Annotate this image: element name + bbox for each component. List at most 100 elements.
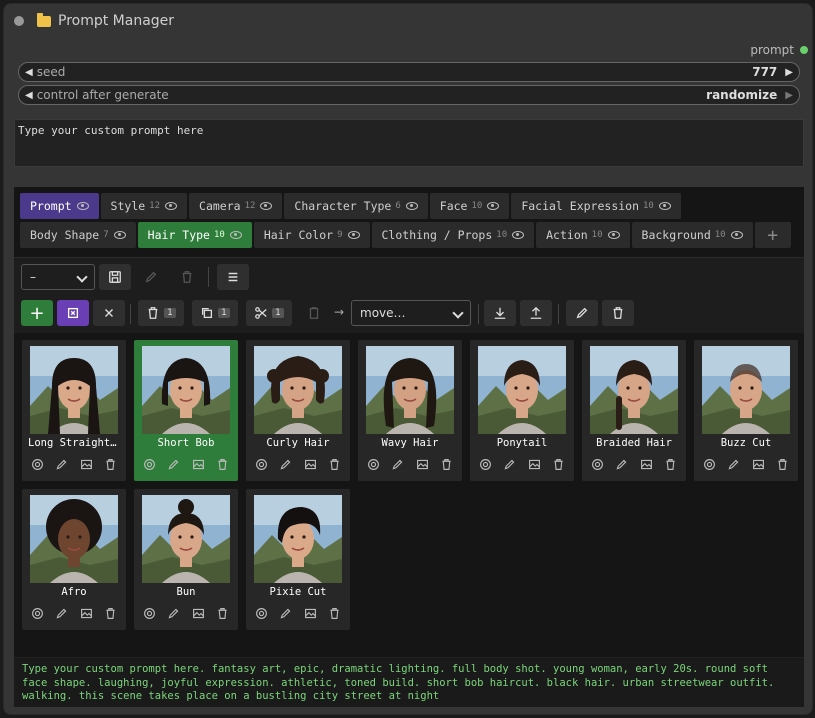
item-thumbnail[interactable]	[702, 346, 790, 434]
eye-icon[interactable]	[347, 231, 360, 239]
rename-button[interactable]	[135, 264, 167, 290]
tab-clothing-props[interactable]: Clothing / Props 10	[371, 222, 535, 248]
item-thumbnail[interactable]	[254, 346, 342, 434]
target-icon[interactable]	[30, 457, 44, 471]
item-card[interactable]: Long Straight Hair	[22, 340, 126, 481]
eye-icon[interactable]	[76, 202, 89, 210]
delete-selected-button[interactable]: 1	[138, 300, 184, 326]
edit-category-button[interactable]	[566, 300, 598, 326]
item-card[interactable]: Afro	[22, 489, 126, 630]
trash-icon[interactable]	[440, 457, 454, 471]
pencil-icon[interactable]	[279, 606, 293, 620]
item-card[interactable]: Braided Hair	[582, 340, 686, 481]
item-thumbnail[interactable]	[142, 495, 230, 583]
image-icon[interactable]	[303, 606, 317, 620]
eye-icon[interactable]	[512, 231, 525, 239]
trash-icon[interactable]	[328, 606, 342, 620]
tab-facial-expression[interactable]: Facial Expression 10	[511, 193, 681, 219]
pencil-icon[interactable]	[615, 457, 629, 471]
item-card[interactable]: Buzz Cut	[694, 340, 798, 481]
tab-character-type[interactable]: Character Type 6	[284, 193, 428, 219]
image-icon[interactable]	[639, 457, 653, 471]
item-card[interactable]: Short Bob	[134, 340, 238, 481]
pencil-icon[interactable]	[167, 457, 181, 471]
decrement-arrow-icon[interactable]: ◀	[25, 90, 33, 101]
increment-arrow-icon[interactable]: ▶	[785, 90, 793, 101]
item-thumbnail[interactable]	[590, 346, 678, 434]
tab-hair-type[interactable]: Hair Type 10	[137, 222, 252, 248]
pencil-icon[interactable]	[55, 457, 69, 471]
image-icon[interactable]	[751, 457, 765, 471]
trash-icon[interactable]	[552, 457, 566, 471]
image-icon[interactable]	[79, 606, 93, 620]
target-icon[interactable]	[142, 457, 156, 471]
eye-icon[interactable]	[405, 202, 418, 210]
trash-icon[interactable]	[104, 457, 118, 471]
target-icon[interactable]	[30, 606, 44, 620]
target-icon[interactable]	[478, 457, 492, 471]
paste-button[interactable]	[298, 300, 330, 326]
move-select[interactable]: move…	[351, 300, 471, 326]
add-item-button[interactable]: +	[21, 300, 53, 326]
seed-widget[interactable]: ◀ seed 777 ▶	[18, 62, 800, 82]
deselect-button[interactable]	[93, 300, 125, 326]
image-icon[interactable]	[191, 606, 205, 620]
tab-background[interactable]: Background 10	[631, 222, 753, 248]
tab-face[interactable]: Face 10	[429, 193, 510, 219]
node-titlebar[interactable]: Prompt Manager	[4, 4, 812, 38]
eye-icon[interactable]	[229, 231, 242, 239]
item-card[interactable]: Ponytail	[470, 340, 574, 481]
item-thumbnail[interactable]	[30, 495, 118, 583]
trash-icon[interactable]	[216, 606, 230, 620]
save-button[interactable]	[99, 264, 131, 290]
item-thumbnail[interactable]	[478, 346, 566, 434]
tab-action[interactable]: Action 10	[536, 222, 630, 248]
pencil-icon[interactable]	[279, 457, 293, 471]
target-icon[interactable]	[142, 606, 156, 620]
item-thumbnail[interactable]	[30, 346, 118, 434]
item-card[interactable]: Curly Hair	[246, 340, 350, 481]
collapse-dot[interactable]	[14, 16, 24, 26]
custom-prompt-textarea[interactable]: Type your custom prompt here	[14, 119, 804, 167]
pencil-icon[interactable]	[503, 457, 517, 471]
export-button[interactable]	[520, 300, 552, 326]
eye-icon[interactable]	[658, 202, 671, 210]
item-card[interactable]: Pixie Cut	[246, 489, 350, 630]
pencil-icon[interactable]	[391, 457, 405, 471]
image-icon[interactable]	[191, 457, 205, 471]
target-icon[interactable]	[254, 606, 268, 620]
target-icon[interactable]	[590, 457, 604, 471]
select-all-button[interactable]	[57, 300, 89, 326]
pencil-icon[interactable]	[167, 606, 181, 620]
image-icon[interactable]	[303, 457, 317, 471]
item-thumbnail[interactable]	[142, 346, 230, 434]
pencil-icon[interactable]	[727, 457, 741, 471]
eye-icon[interactable]	[730, 231, 743, 239]
menu-button[interactable]	[217, 264, 249, 290]
increment-arrow-icon[interactable]: ▶	[785, 67, 793, 78]
cut-selected-button[interactable]: 1	[246, 300, 292, 326]
image-icon[interactable]	[415, 457, 429, 471]
trash-icon[interactable]	[328, 457, 342, 471]
tab-hair-color[interactable]: Hair Color 9	[253, 222, 370, 248]
item-card[interactable]: Wavy Hair	[358, 340, 462, 481]
trash-icon[interactable]	[104, 606, 118, 620]
eye-icon[interactable]	[113, 231, 126, 239]
copy-selected-button[interactable]: 1	[192, 300, 238, 326]
trash-icon[interactable]	[664, 457, 678, 471]
item-card[interactable]: Bun	[134, 489, 238, 630]
item-thumbnail[interactable]	[366, 346, 454, 434]
output-socket[interactable]	[800, 46, 808, 54]
delete-category-button[interactable]	[602, 300, 634, 326]
delete-preset-button[interactable]	[171, 264, 203, 290]
pencil-icon[interactable]	[55, 606, 69, 620]
trash-icon[interactable]	[776, 457, 790, 471]
target-icon[interactable]	[702, 457, 716, 471]
add-tab-button[interactable]: +	[754, 222, 791, 248]
image-icon[interactable]	[527, 457, 541, 471]
tab-style[interactable]: Style 12	[100, 193, 188, 219]
eye-icon[interactable]	[607, 231, 620, 239]
tab-camera[interactable]: Camera 12	[189, 193, 283, 219]
decrement-arrow-icon[interactable]: ◀	[25, 67, 33, 78]
import-button[interactable]	[484, 300, 516, 326]
